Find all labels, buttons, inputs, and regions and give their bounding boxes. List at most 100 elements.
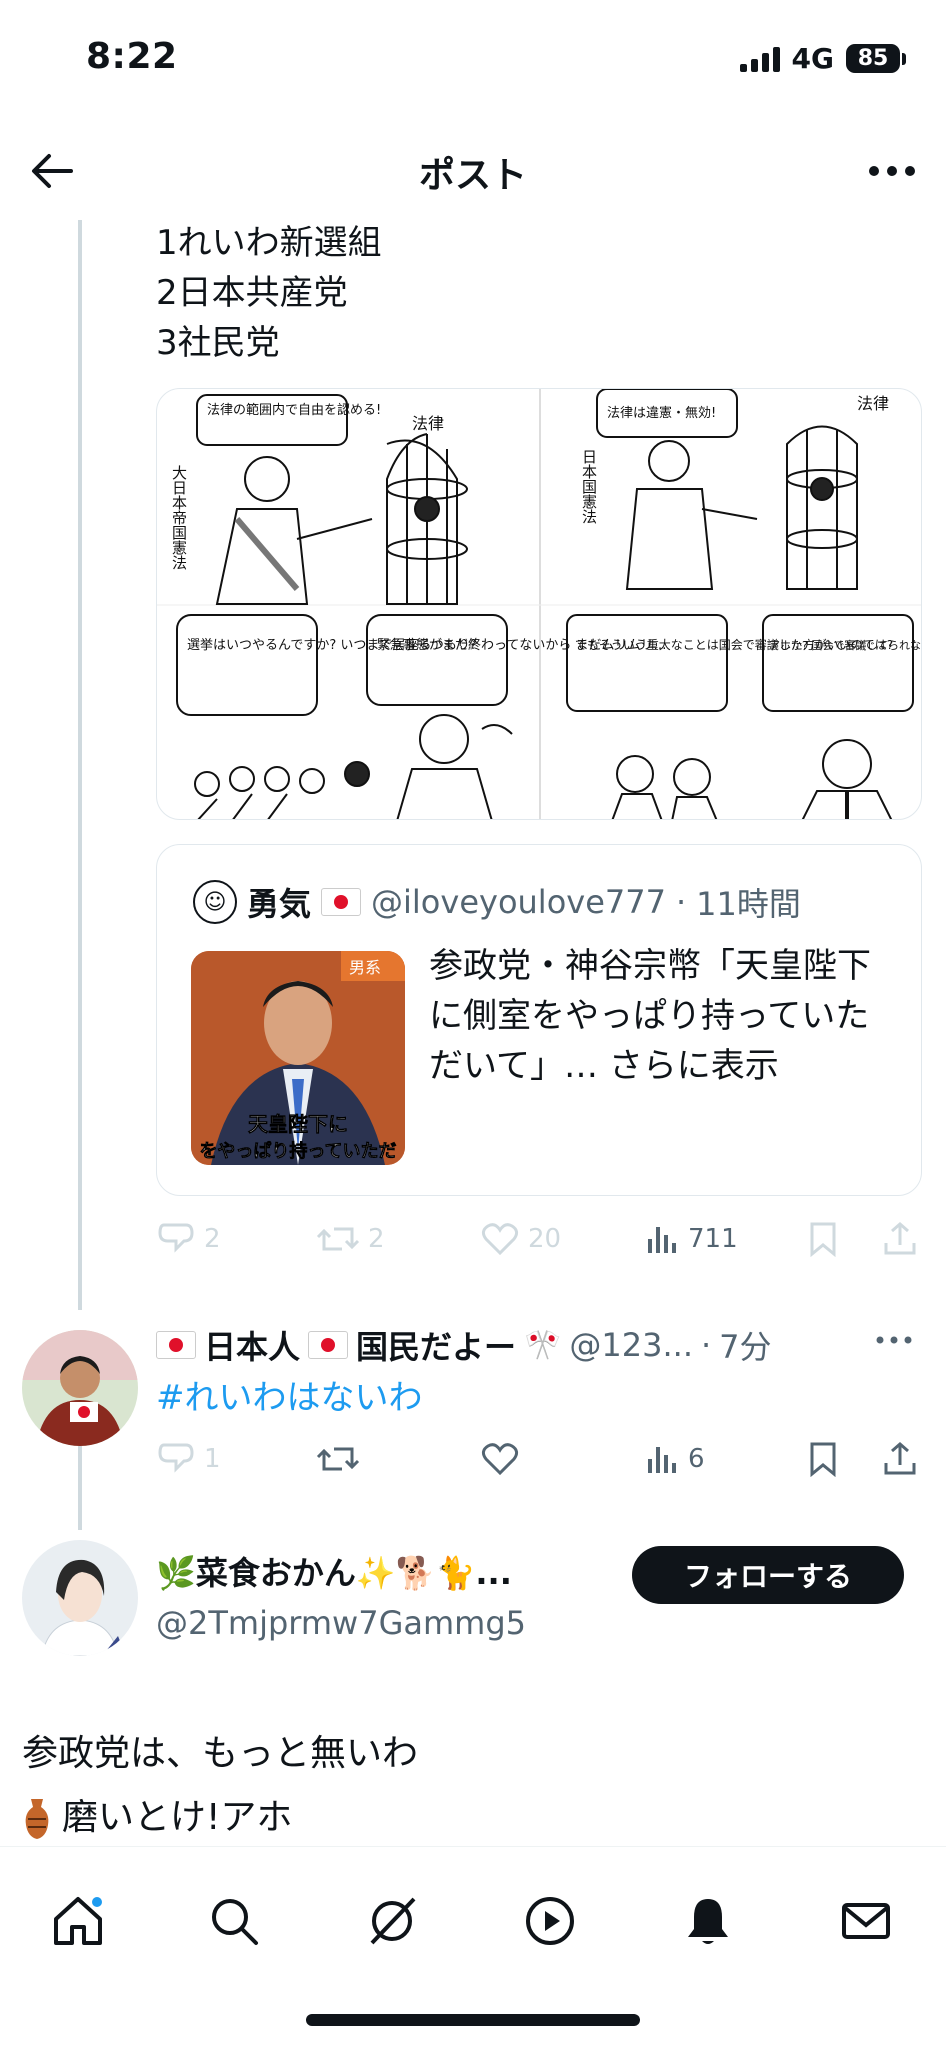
quote-author-name[interactable]: 勇気 [247, 879, 311, 925]
reply-author-name-2[interactable]: 国民だよー [356, 1322, 516, 1368]
reply-header: 日本人 国民だよー 🎌 @123... · 7分 [156, 1322, 772, 1368]
share-icon [884, 1442, 916, 1475]
tab-home[interactable] [38, 1881, 118, 1961]
views-chart-icon [648, 1447, 676, 1473]
post3-line: 参政党は、もっと無いわ [22, 1733, 419, 1774]
post-actions: 2 2 20 711 [156, 1214, 922, 1264]
amphora-icon [22, 1786, 62, 1850]
status-icons: 4G 85 [739, 42, 906, 75]
tab-video[interactable] [510, 1881, 590, 1961]
tab-search[interactable] [194, 1881, 274, 1961]
quote-text: 参政党・神谷宗幣「天皇陛下に側室をやっぱり持っていただいて」… さらに表示 [429, 941, 899, 1091]
reply-handle: @123... [569, 1326, 693, 1364]
follow-button[interactable]: フォローする [632, 1546, 904, 1604]
reply-icon [158, 1443, 194, 1473]
battery-level: 85 [846, 44, 900, 73]
bell-icon [688, 1899, 728, 1944]
mail-icon [842, 1903, 890, 1939]
manga-cage-label: 法律 [412, 414, 444, 433]
repost-button[interactable] [316, 1441, 360, 1477]
more-dots-icon [869, 166, 915, 176]
views-count: 711 [688, 1224, 738, 1254]
network-type: 4G [791, 42, 834, 75]
quote-header: ☺ 勇気 @iloveyoulove777 · 11時間 [193, 879, 801, 925]
crossed-flags-icon: 🎌 [524, 1327, 562, 1363]
more-options-button[interactable] [864, 146, 920, 196]
quoted-post-card[interactable]: ☺ 勇気 @iloveyoulove777 · 11時間 男系 天皇陛下に をや… [156, 844, 922, 1196]
manga-vertical-text: 日本国憲法 [580, 449, 598, 524]
thumb-caption: をやっぱり持っていただ [199, 1140, 396, 1162]
nav-header: ポスト [0, 120, 946, 220]
reply-author-name[interactable]: 日本人 [204, 1322, 300, 1368]
repost-button[interactable]: 2 [316, 1221, 385, 1257]
search-icon [212, 1899, 258, 1945]
avatar[interactable] [22, 1330, 138, 1446]
like-count: 20 [528, 1224, 562, 1254]
heart-icon [481, 1223, 519, 1256]
tab-notifications[interactable] [668, 1881, 748, 1961]
thumb-corner-text: 男系 [349, 958, 381, 977]
manga-bubble-text: 法律は違憲・無効! [607, 405, 716, 421]
reply-more-button[interactable] [866, 1320, 922, 1360]
share-button[interactable] [882, 1441, 918, 1477]
japan-flag-icon [321, 888, 362, 916]
bookmark-icon [810, 1222, 836, 1257]
views-button[interactable]: 6 [646, 1443, 705, 1475]
tab-grok[interactable] [352, 1881, 432, 1961]
reply-button[interactable]: 2 [156, 1221, 221, 1257]
quote-handle: @iloveyoulove777 [371, 883, 666, 921]
post-line: 1れいわ新選組 [156, 223, 382, 263]
page-title: ポスト [418, 155, 527, 196]
share-icon [884, 1222, 916, 1255]
grok-icon [370, 1897, 416, 1945]
more-dots-icon [876, 1336, 912, 1344]
manga-bubble-text: 法律の範囲内で自由を認める! [207, 402, 381, 418]
share-button[interactable] [882, 1221, 918, 1257]
views-chart-icon [648, 1227, 676, 1253]
manga-vertical-text: 大日本帝国憲法 [170, 465, 188, 570]
japan-flag-icon [308, 1331, 349, 1359]
post-line: 2日本共産党 [156, 273, 348, 313]
quote-avatar[interactable]: ☺ [193, 880, 237, 924]
reply-button[interactable]: 1 [156, 1441, 221, 1477]
post3-line: 磨いとけ!アホ [62, 1797, 293, 1838]
home-indicator [306, 2014, 640, 2026]
bookmark-button[interactable] [808, 1221, 838, 1257]
notification-dot [90, 1895, 104, 1909]
post-body: 1れいわ新選組 2日本共産党 3社民党 [156, 218, 382, 368]
views-count: 6 [688, 1444, 705, 1474]
post3-body: 参政党は、もっと無いわ 磨いとけ!アホ [22, 1722, 418, 1850]
repost-icon [316, 1447, 360, 1471]
hashtag-link[interactable]: #れいわはないわ [156, 1370, 423, 1419]
thread-line [78, 220, 82, 1310]
status-bar: 8:22 4G 85 [0, 0, 946, 120]
reply-time: 7分 [719, 1328, 772, 1366]
reply-count: 2 [204, 1224, 221, 1254]
avatar[interactable] [22, 1540, 138, 1656]
heart-icon [481, 1443, 519, 1476]
repost-icon [316, 1227, 360, 1251]
manga-cage-label: 法律 [857, 394, 889, 413]
post3-header: 🌿菜食おかん✨🐕🐈... [156, 1548, 512, 1594]
bookmark-icon [810, 1442, 836, 1477]
reply-count: 1 [204, 1444, 221, 1474]
post3-author-name[interactable]: 🌿菜食おかん✨🐕🐈... [156, 1548, 512, 1594]
like-button[interactable] [480, 1441, 520, 1477]
status-time: 8:22 [86, 36, 178, 77]
thumb-caption: 天皇陛下に [248, 1112, 348, 1136]
post-line: 3社民党 [156, 323, 280, 363]
views-button[interactable]: 711 [646, 1223, 738, 1255]
quote-time: 11時間 [696, 885, 801, 923]
play-icon [526, 1897, 574, 1945]
tab-messages[interactable] [826, 1881, 906, 1961]
signal-icon [739, 46, 780, 72]
like-button[interactable]: 20 [480, 1221, 561, 1257]
reply-icon [158, 1223, 194, 1253]
repost-count: 2 [368, 1224, 385, 1254]
show-more-link[interactable]: … さらに表示 [564, 1046, 779, 1086]
post3-handle: @2Tmjprmw7Gammg5 [156, 1604, 526, 1642]
bookmark-button[interactable] [808, 1441, 838, 1477]
post-image[interactable]: 法律の範囲内で自由を認める! 大日本帝国憲法 法律 法律は違憲・無効! 日本国憲… [156, 388, 922, 820]
manga-bubble-text: アホか? 国会で審議してられないから緊急事態なんだよ だから俺たちが勝手に決める [769, 638, 922, 652]
quote-thumbnail[interactable]: 男系 天皇陛下に をやっぱり持っていただ [191, 951, 405, 1165]
